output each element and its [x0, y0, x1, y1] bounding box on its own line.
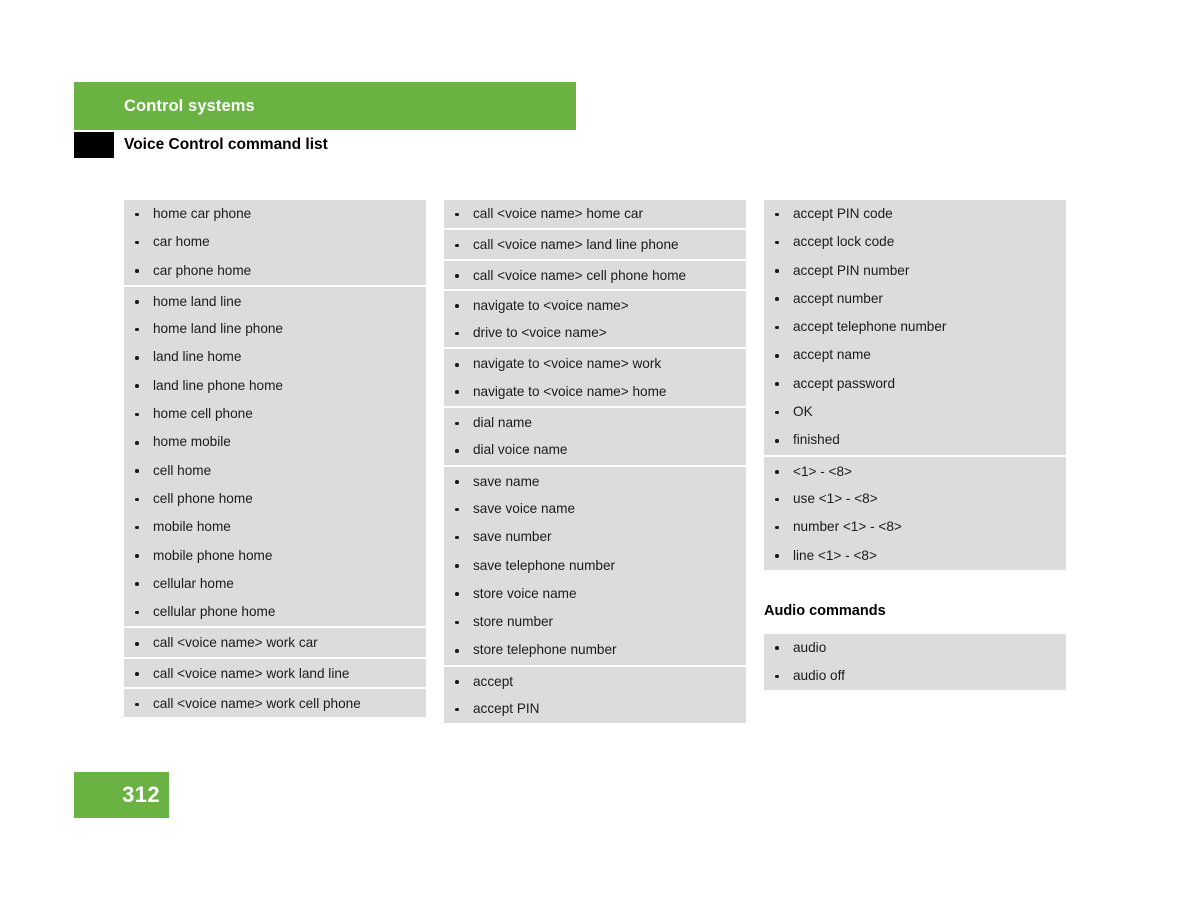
list-item[interactable]: car home [124, 228, 426, 256]
list-item[interactable]: store number [444, 608, 746, 636]
command-box-2: call <voice name> home car call <voice n… [444, 200, 746, 724]
list-item[interactable]: call <voice name> home car [444, 200, 746, 228]
command-column-2: call <voice name> home car call <voice n… [444, 200, 746, 724]
page-number-badge: 312 [74, 772, 169, 818]
list-item[interactable]: call <voice name> cell phone home [444, 258, 746, 289]
command-box-1: home car phone car home car phone home h… [124, 200, 426, 718]
list-item[interactable]: home land line phone [124, 315, 426, 343]
audio-commands-box: audio audio off [764, 633, 1066, 691]
list-item[interactable]: number <1> - <8> [764, 513, 1066, 541]
list-item[interactable]: cellular home [124, 570, 426, 598]
list-item[interactable]: navigate to <voice name> work [444, 347, 746, 377]
list-item[interactable]: audio off [764, 662, 1066, 690]
list-item[interactable]: save telephone number [444, 552, 746, 580]
list-item[interactable]: accept [444, 664, 746, 695]
page-subheader: Voice Control command list [74, 132, 774, 160]
list-item[interactable]: cell home [124, 457, 426, 485]
list-item[interactable]: accept name [764, 341, 1066, 369]
list-item[interactable]: store voice name [444, 580, 746, 608]
list-item[interactable]: accept password [764, 370, 1066, 398]
section-title: Control systems [124, 97, 255, 115]
list-item[interactable]: home cell phone [124, 400, 426, 428]
list-item[interactable]: accept number [764, 285, 1066, 313]
list-item[interactable]: finished [764, 426, 1066, 454]
list-item[interactable]: mobile home [124, 513, 426, 541]
list-item[interactable]: land line home [124, 343, 426, 371]
section-header-bar: Control systems [74, 82, 576, 130]
list-item[interactable]: car phone home [124, 257, 426, 285]
list-item[interactable]: accept PIN [444, 695, 746, 723]
subheader-black-block [74, 132, 114, 158]
section-gap-top [764, 570, 1066, 603]
list-item[interactable]: dial voice name [444, 436, 746, 464]
list-item[interactable]: use <1> - <8> [764, 485, 1066, 513]
list-item[interactable]: cell phone home [124, 485, 426, 513]
list-item[interactable]: dial name [444, 406, 746, 436]
list-item[interactable]: navigate to <voice name> [444, 288, 746, 319]
list-item[interactable]: call <voice name> land line phone [444, 228, 746, 258]
page-number: 312 [122, 782, 160, 807]
list-item[interactable]: home car phone [124, 200, 426, 228]
list-item[interactable]: home land line [124, 284, 426, 315]
list-item[interactable]: call <voice name> work car [124, 626, 426, 656]
list-item[interactable]: accept PIN number [764, 257, 1066, 285]
list-item[interactable]: store telephone number [444, 636, 746, 664]
list-item[interactable]: save number [444, 523, 746, 551]
list-item[interactable]: save voice name [444, 495, 746, 523]
list-item[interactable]: mobile phone home [124, 542, 426, 570]
list-item[interactable]: audio [764, 634, 1066, 662]
audio-commands-heading: Audio commands [764, 602, 886, 619]
list-item[interactable]: line <1> - <8> [764, 542, 1066, 570]
list-item[interactable]: accept PIN code [764, 200, 1066, 228]
list-item[interactable]: OK [764, 398, 1066, 426]
list-item[interactable]: call <voice name> work cell phone [124, 687, 426, 717]
list-item[interactable]: accept telephone number [764, 313, 1066, 341]
list-item[interactable]: call <voice name> work land line [124, 656, 426, 687]
list-item[interactable]: accept lock code [764, 228, 1066, 256]
list-item[interactable]: home mobile [124, 428, 426, 456]
list-item[interactable]: cellular phone home [124, 598, 426, 626]
list-item[interactable]: navigate to <voice name> home [444, 378, 746, 406]
list-item[interactable]: <1> - <8> [764, 454, 1066, 485]
page-title: Voice Control command list [124, 136, 328, 153]
command-column-1: home car phone car home car phone home h… [124, 200, 426, 718]
section-gap-bottom [764, 619, 1066, 634]
list-item[interactable]: save name [444, 464, 746, 495]
command-column-3: accept PIN code accept lock code accept … [764, 200, 1066, 691]
command-box-3: accept PIN code accept lock code accept … [764, 200, 1066, 570]
list-item[interactable]: drive to <voice name> [444, 319, 746, 347]
list-item[interactable]: land line phone home [124, 372, 426, 400]
